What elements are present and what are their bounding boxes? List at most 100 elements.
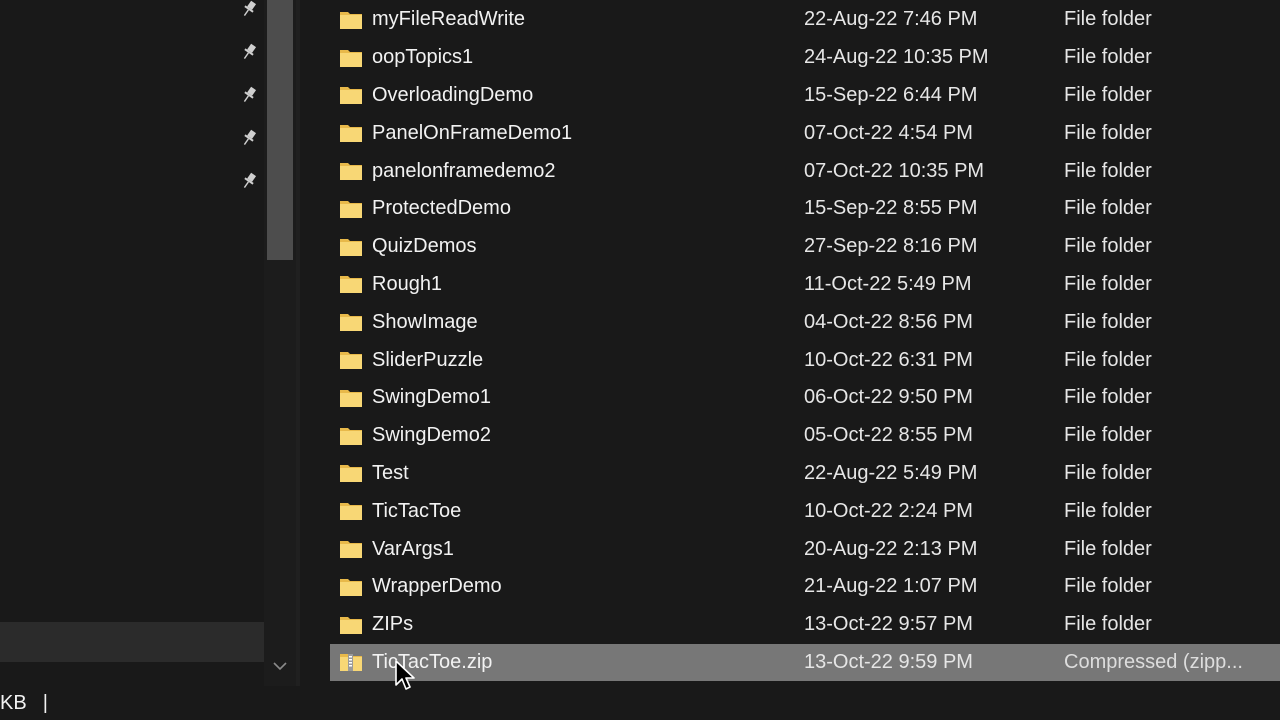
file-name: myFileReadWrite	[372, 8, 525, 31]
file-row[interactable]: panelonframedemo2 07-Oct-22 10:35 PM File …	[330, 152, 1280, 190]
file-type: File folder	[1064, 197, 1152, 220]
file-row[interactable]: OverloadingDemo 15-Sep-22 6:44 PM File fol…	[330, 77, 1280, 115]
navigation-pane	[0, 0, 264, 686]
file-type: File folder	[1064, 46, 1152, 69]
chevron-down-icon[interactable]	[270, 656, 290, 676]
file-date-modified: 13-Oct-22 9:57 PM	[804, 613, 973, 636]
file-date-modified: 27-Sep-22 8:16 PM	[804, 235, 978, 258]
file-date-modified: 24-Aug-22 10:35 PM	[804, 46, 989, 69]
file-date-modified: 04-Oct-22 8:56 PM	[804, 310, 973, 333]
file-type: File folder	[1064, 235, 1152, 258]
file-row[interactable]: ProtectedDemo 15-Sep-22 8:55 PM File folde…	[330, 190, 1280, 228]
folder-icon	[338, 536, 364, 562]
file-row[interactable]: TicTacToe.zip 13-Oct-22 9:59 PM Compressed…	[330, 643, 1280, 682]
file-name: SwingDemo2	[372, 424, 491, 447]
file-date-modified: 05-Oct-22 8:55 PM	[804, 424, 973, 447]
pin-icon[interactable]	[236, 125, 262, 151]
file-type: Compressed (zipp...	[1064, 650, 1243, 673]
pin-icon[interactable]	[236, 168, 262, 194]
folder-icon	[338, 158, 364, 184]
folder-icon	[338, 271, 364, 297]
file-name: OverloadingDemo	[372, 83, 534, 106]
file-row[interactable]: myFileReadWrite 22-Aug-22 7:46 PM File fol…	[330, 1, 1280, 39]
file-type: File folder	[1064, 537, 1152, 560]
nav-scrollbar-thumb[interactable]	[267, 0, 293, 260]
file-date-modified: 10-Oct-22 6:31 PM	[804, 348, 973, 371]
file-date-modified: 07-Oct-22 10:35 PM	[804, 159, 985, 182]
folder-icon	[338, 347, 364, 373]
file-date-modified: 21-Aug-22 1:07 PM	[804, 575, 978, 598]
status-bar: KB |	[0, 686, 1280, 720]
status-separator: |	[42, 691, 48, 714]
file-row[interactable]: ShowImage 04-Oct-22 8:56 PM File folder	[330, 303, 1280, 341]
pin-icon[interactable]	[236, 0, 262, 22]
folder-icon	[338, 309, 364, 335]
folder-icon	[338, 498, 364, 524]
folder-icon	[338, 7, 364, 33]
file-name: WrapperDemo	[372, 575, 502, 598]
file-type: File folder	[1064, 121, 1152, 144]
file-row[interactable]: WrapperDemo 21-Aug-22 1:07 PM File folder	[330, 568, 1280, 606]
folder-icon	[338, 385, 364, 411]
file-date-modified: 15-Sep-22 6:44 PM	[804, 83, 978, 106]
folder-icon	[338, 574, 364, 600]
file-type: File folder	[1064, 159, 1152, 182]
file-name: ZIPs	[372, 613, 414, 636]
file-name: VarArgs1	[372, 537, 454, 560]
file-date-modified: 22-Aug-22 7:46 PM	[804, 8, 978, 31]
status-size: KB	[0, 691, 27, 714]
file-date-modified: 07-Oct-22 4:54 PM	[804, 121, 973, 144]
file-type: File folder	[1064, 424, 1152, 447]
file-row[interactable]: SliderPuzzle 10-Oct-22 6:31 PM File folder	[330, 341, 1280, 379]
file-type: File folder	[1064, 272, 1152, 295]
nav-scrollbar[interactable]	[264, 0, 296, 686]
file-row[interactable]: PanelOnFrameDemo1 07-Oct-22 4:54 PM File f…	[330, 114, 1280, 152]
file-type: File folder	[1064, 310, 1152, 333]
file-type: File folder	[1064, 499, 1152, 522]
file-name: TicTacToe	[372, 499, 462, 522]
pin-icon[interactable]	[236, 82, 262, 108]
file-name: Test	[372, 461, 409, 484]
nav-selected-item[interactable]	[0, 622, 264, 662]
folder-icon	[338, 120, 364, 146]
folder-icon	[338, 234, 364, 260]
file-type: File folder	[1064, 613, 1152, 636]
file-date-modified: 13-Oct-22 9:59 PM	[804, 650, 973, 673]
file-name: oopTopics1	[372, 46, 474, 69]
file-row[interactable]: oopTopics1 24-Aug-22 10:35 PM File folder	[330, 39, 1280, 77]
file-date-modified: 11-Oct-22 5:49 PM	[804, 272, 972, 295]
file-type: File folder	[1064, 348, 1152, 371]
file-type: File folder	[1064, 461, 1152, 484]
file-row[interactable]: ZIPs 13-Oct-22 9:57 PM File folder	[330, 606, 1280, 644]
file-name: QuizDemos	[372, 235, 477, 258]
pane-divider[interactable]	[296, 0, 300, 686]
file-name: SliderPuzzle	[372, 348, 484, 371]
file-date-modified: 15-Sep-22 8:55 PM	[804, 197, 978, 220]
folder-icon	[338, 45, 364, 71]
pin-icon[interactable]	[236, 39, 262, 65]
folder-icon	[338, 460, 364, 486]
file-row[interactable]: TicTacToe 10-Oct-22 2:24 PM File folder	[330, 492, 1280, 530]
folder-icon	[338, 196, 364, 222]
file-date-modified: 22-Aug-22 5:49 PM	[804, 461, 978, 484]
zip-folder-icon	[338, 649, 364, 675]
file-name: ProtectedDemo	[372, 197, 511, 220]
file-row[interactable]: Test 22-Aug-22 5:49 PM File folder	[330, 455, 1280, 493]
file-date-modified: 10-Oct-22 2:24 PM	[804, 499, 973, 522]
file-type: File folder	[1064, 386, 1152, 409]
file-name: SwingDemo1	[372, 386, 491, 409]
file-row[interactable]: Rough1 11-Oct-22 5:49 PM File folder	[330, 266, 1280, 304]
file-name: Rough1	[372, 272, 443, 295]
folder-icon	[338, 612, 364, 638]
file-row[interactable]: VarArgs1 20-Aug-22 2:13 PM File folder	[330, 530, 1280, 568]
folder-icon	[338, 82, 364, 108]
file-row[interactable]: SwingDemo1 06-Oct-22 9:50 PM File folder	[330, 379, 1280, 417]
folder-icon	[338, 423, 364, 449]
file-row[interactable]: QuizDemos 27-Sep-22 8:16 PM File folder	[330, 228, 1280, 266]
file-explorer-window: myFileReadWrite 22-Aug-22 7:46 PM File fol…	[0, 0, 1280, 720]
file-name: TicTacToe.zip	[372, 650, 493, 673]
file-type: File folder	[1064, 8, 1152, 31]
file-date-modified: 20-Aug-22 2:13 PM	[804, 537, 978, 560]
file-row[interactable]: SwingDemo2 05-Oct-22 8:55 PM File folder	[330, 417, 1280, 455]
file-name: PanelOnFrameDemo1	[372, 121, 573, 144]
